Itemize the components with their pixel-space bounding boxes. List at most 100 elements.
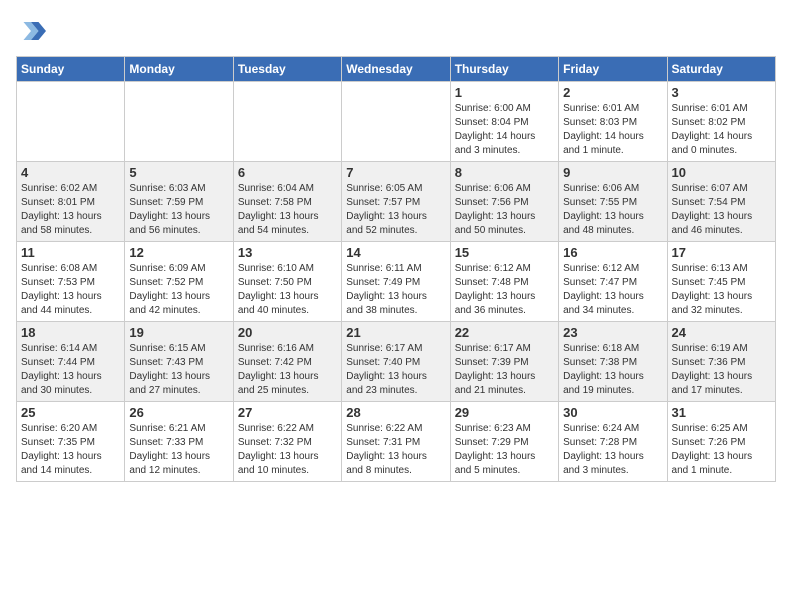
calendar-cell: 20 Sunrise: 6:16 AM Sunset: 7:42 PM Dayli…: [233, 322, 341, 402]
day-number: 18: [21, 325, 120, 340]
header-wednesday: Wednesday: [342, 57, 450, 82]
day-info: Sunrise: 6:09 AM Sunset: 7:52 PM Dayligh…: [129, 262, 228, 318]
day-number: 22: [455, 325, 554, 340]
calendar-cell: 14 Sunrise: 6:11 AM Sunset: 7:49 PM Dayli…: [342, 242, 450, 322]
calendar-cell: [17, 82, 125, 162]
week-row-4: 18 Sunrise: 6:14 AM Sunset: 7:44 PM Dayli…: [17, 322, 776, 402]
calendar-cell: 16 Sunrise: 6:12 AM Sunset: 7:47 PM Dayli…: [559, 242, 667, 322]
week-row-1: 1Sunrise: 6:00 AM Sunset: 8:04 PM Daylig…: [17, 82, 776, 162]
day-number: 9: [563, 165, 662, 180]
calendar-cell: [125, 82, 233, 162]
header-row: SundayMondayTuesdayWednesdayThursdayFrid…: [17, 57, 776, 82]
day-info: Sunrise: 6:05 AM Sunset: 7:57 PM Dayligh…: [346, 182, 445, 238]
day-info: Sunrise: 6:23 AM Sunset: 7:29 PM Dayligh…: [455, 422, 554, 478]
calendar-cell: 3Sunrise: 6:01 AM Sunset: 8:02 PM Daylig…: [667, 82, 775, 162]
day-info: Sunrise: 6:16 AM Sunset: 7:42 PM Dayligh…: [238, 342, 337, 398]
day-number: 29: [455, 405, 554, 420]
day-info: Sunrise: 6:13 AM Sunset: 7:45 PM Dayligh…: [672, 262, 771, 318]
day-info: Sunrise: 6:06 AM Sunset: 7:56 PM Dayligh…: [455, 182, 554, 238]
header-friday: Friday: [559, 57, 667, 82]
calendar-cell: 30 Sunrise: 6:24 AM Sunset: 7:28 PM Dayli…: [559, 402, 667, 482]
day-info: Sunrise: 6:17 AM Sunset: 7:40 PM Dayligh…: [346, 342, 445, 398]
calendar-table: SundayMondayTuesdayWednesdayThursdayFrid…: [16, 56, 776, 482]
day-number: 17: [672, 245, 771, 260]
day-info: Sunrise: 6:24 AM Sunset: 7:28 PM Dayligh…: [563, 422, 662, 478]
day-number: 30: [563, 405, 662, 420]
day-number: 14: [346, 245, 445, 260]
calendar-cell: 28 Sunrise: 6:22 AM Sunset: 7:31 PM Dayli…: [342, 402, 450, 482]
day-number: 4: [21, 165, 120, 180]
calendar-cell: 22 Sunrise: 6:17 AM Sunset: 7:39 PM Dayli…: [450, 322, 558, 402]
week-row-3: 11Sunrise: 6:08 AM Sunset: 7:53 PM Dayli…: [17, 242, 776, 322]
calendar-body: 1Sunrise: 6:00 AM Sunset: 8:04 PM Daylig…: [17, 82, 776, 482]
week-row-5: 25 Sunrise: 6:20 AM Sunset: 7:35 PM Dayli…: [17, 402, 776, 482]
day-number: 23: [563, 325, 662, 340]
day-info: Sunrise: 6:02 AM Sunset: 8:01 PM Dayligh…: [21, 182, 120, 238]
day-number: 21: [346, 325, 445, 340]
header-tuesday: Tuesday: [233, 57, 341, 82]
calendar-cell: 24Sunrise: 6:19 AM Sunset: 7:36 PM Dayli…: [667, 322, 775, 402]
calendar-cell: 9 Sunrise: 6:06 AM Sunset: 7:55 PM Daylig…: [559, 162, 667, 242]
day-info: Sunrise: 6:04 AM Sunset: 7:58 PM Dayligh…: [238, 182, 337, 238]
calendar-cell: 13Sunrise: 6:10 AM Sunset: 7:50 PM Dayli…: [233, 242, 341, 322]
calendar-cell: [342, 82, 450, 162]
day-number: 16: [563, 245, 662, 260]
day-info: Sunrise: 6:20 AM Sunset: 7:35 PM Dayligh…: [21, 422, 120, 478]
day-number: 15: [455, 245, 554, 260]
day-info: Sunrise: 6:12 AM Sunset: 7:47 PM Dayligh…: [563, 262, 662, 318]
header-saturday: Saturday: [667, 57, 775, 82]
calendar-cell: 8Sunrise: 6:06 AM Sunset: 7:56 PM Daylig…: [450, 162, 558, 242]
calendar-cell: 25 Sunrise: 6:20 AM Sunset: 7:35 PM Dayli…: [17, 402, 125, 482]
calendar-cell: 5Sunrise: 6:03 AM Sunset: 7:59 PM Daylig…: [125, 162, 233, 242]
calendar-cell: 2Sunrise: 6:01 AM Sunset: 8:03 PM Daylig…: [559, 82, 667, 162]
calendar-cell: 15 Sunrise: 6:12 AM Sunset: 7:48 PM Dayli…: [450, 242, 558, 322]
day-info: Sunrise: 6:15 AM Sunset: 7:43 PM Dayligh…: [129, 342, 228, 398]
day-info: Sunrise: 6:25 AM Sunset: 7:26 PM Dayligh…: [672, 422, 771, 478]
day-number: 26: [129, 405, 228, 420]
day-info: Sunrise: 6:22 AM Sunset: 7:32 PM Dayligh…: [238, 422, 337, 478]
header-monday: Monday: [125, 57, 233, 82]
day-number: 28: [346, 405, 445, 420]
page-header: [16, 16, 776, 46]
logo-icon: [16, 16, 46, 46]
day-number: 20: [238, 325, 337, 340]
calendar-cell: [233, 82, 341, 162]
header-thursday: Thursday: [450, 57, 558, 82]
day-info: Sunrise: 6:21 AM Sunset: 7:33 PM Dayligh…: [129, 422, 228, 478]
day-info: Sunrise: 6:12 AM Sunset: 7:48 PM Dayligh…: [455, 262, 554, 318]
week-row-2: 4 Sunrise: 6:02 AM Sunset: 8:01 PM Daylig…: [17, 162, 776, 242]
calendar-cell: 7 Sunrise: 6:05 AM Sunset: 7:57 PM Daylig…: [342, 162, 450, 242]
calendar-cell: 6Sunrise: 6:04 AM Sunset: 7:58 PM Daylig…: [233, 162, 341, 242]
day-info: Sunrise: 6:10 AM Sunset: 7:50 PM Dayligh…: [238, 262, 337, 318]
calendar-cell: 18 Sunrise: 6:14 AM Sunset: 7:44 PM Dayli…: [17, 322, 125, 402]
day-info: Sunrise: 6:17 AM Sunset: 7:39 PM Dayligh…: [455, 342, 554, 398]
header-sunday: Sunday: [17, 57, 125, 82]
day-number: 27: [238, 405, 337, 420]
calendar-cell: 21 Sunrise: 6:17 AM Sunset: 7:40 PM Dayli…: [342, 322, 450, 402]
day-info: Sunrise: 6:18 AM Sunset: 7:38 PM Dayligh…: [563, 342, 662, 398]
day-info: Sunrise: 6:07 AM Sunset: 7:54 PM Dayligh…: [672, 182, 771, 238]
day-number: 31: [672, 405, 771, 420]
day-number: 1: [455, 85, 554, 100]
day-info: Sunrise: 6:22 AM Sunset: 7:31 PM Dayligh…: [346, 422, 445, 478]
calendar-cell: 11Sunrise: 6:08 AM Sunset: 7:53 PM Dayli…: [17, 242, 125, 322]
calendar-cell: 12Sunrise: 6:09 AM Sunset: 7:52 PM Dayli…: [125, 242, 233, 322]
day-info: Sunrise: 6:06 AM Sunset: 7:55 PM Dayligh…: [563, 182, 662, 238]
day-info: Sunrise: 6:01 AM Sunset: 8:03 PM Dayligh…: [563, 102, 662, 158]
calendar-cell: 17 Sunrise: 6:13 AM Sunset: 7:45 PM Dayli…: [667, 242, 775, 322]
calendar-cell: 1Sunrise: 6:00 AM Sunset: 8:04 PM Daylig…: [450, 82, 558, 162]
day-info: Sunrise: 6:11 AM Sunset: 7:49 PM Dayligh…: [346, 262, 445, 318]
calendar-cell: 26 Sunrise: 6:21 AM Sunset: 7:33 PM Dayli…: [125, 402, 233, 482]
calendar-cell: 31 Sunrise: 6:25 AM Sunset: 7:26 PM Dayli…: [667, 402, 775, 482]
calendar-cell: 23 Sunrise: 6:18 AM Sunset: 7:38 PM Dayli…: [559, 322, 667, 402]
day-number: 7: [346, 165, 445, 180]
calendar-cell: 29 Sunrise: 6:23 AM Sunset: 7:29 PM Dayli…: [450, 402, 558, 482]
day-number: 11: [21, 245, 120, 260]
day-number: 3: [672, 85, 771, 100]
calendar-cell: 4 Sunrise: 6:02 AM Sunset: 8:01 PM Daylig…: [17, 162, 125, 242]
day-number: 5: [129, 165, 228, 180]
day-number: 19: [129, 325, 228, 340]
day-info: Sunrise: 6:14 AM Sunset: 7:44 PM Dayligh…: [21, 342, 120, 398]
calendar-header: SundayMondayTuesdayWednesdayThursdayFrid…: [17, 57, 776, 82]
day-number: 25: [21, 405, 120, 420]
